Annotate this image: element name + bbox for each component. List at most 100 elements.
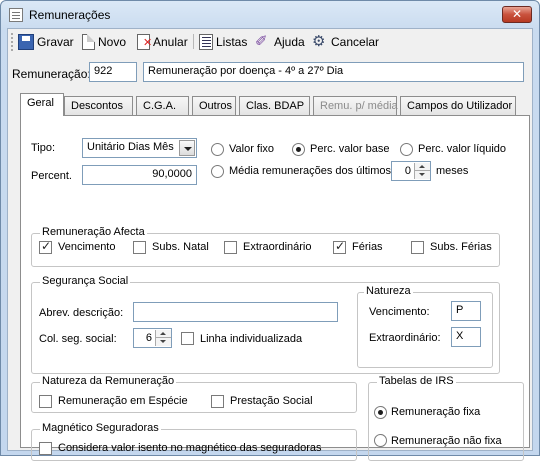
tab-strip: Geral Descontos C.G.A. Outros Clas. BDAP… bbox=[20, 93, 530, 116]
help-label: Ajuda bbox=[274, 35, 305, 49]
natureza-vencimento-label: Vencimento: bbox=[369, 306, 430, 318]
remuneracao-nao-fixa-radio[interactable] bbox=[374, 434, 387, 447]
remuneracao-label: Remuneração: bbox=[12, 67, 91, 81]
cancel-label: Cancelar bbox=[331, 35, 380, 49]
ferias-checkbox[interactable] bbox=[333, 239, 346, 254]
remuneracao-code-field[interactable]: 922 bbox=[89, 62, 137, 82]
percent-label: Percent. bbox=[31, 170, 72, 182]
subs-natal-checkbox[interactable] bbox=[133, 241, 146, 254]
anular-button[interactable]: Anular bbox=[137, 32, 188, 52]
natureza-extraordinario-label: Extraordinário: bbox=[369, 332, 441, 344]
media-remuneracoes-label: Média remunerações dos últimos bbox=[229, 165, 392, 177]
media-remuneracoes-radio[interactable] bbox=[211, 165, 224, 178]
abrev-descricao-label: Abrev. descrição: bbox=[39, 307, 124, 319]
remuneracao-especie-checkbox[interactable] bbox=[39, 395, 52, 408]
new-label: Novo bbox=[98, 35, 127, 49]
stepper-buttons bbox=[414, 163, 430, 179]
anular-label: Anular bbox=[153, 35, 188, 49]
tab-descontos[interactable]: Descontos bbox=[64, 96, 133, 115]
col-seg-social-value: 6 bbox=[145, 332, 152, 344]
remuneracao-description-field[interactable]: Remuneração por doença - 4º a 27º Dia bbox=[143, 62, 524, 82]
delete-document-icon bbox=[137, 34, 152, 50]
chevron-down-icon[interactable] bbox=[179, 140, 195, 156]
save-label: Gravar bbox=[37, 35, 74, 49]
remuneracao-especie-label: Remuneração em Espécie bbox=[58, 395, 188, 407]
natureza-title: Natureza bbox=[364, 285, 413, 297]
remuneracao-fixa-label: Remuneração fixa bbox=[391, 406, 481, 418]
media-meses-stepper[interactable]: 0 bbox=[391, 161, 431, 181]
tab-remu-media: Remu. p/ média bbox=[313, 96, 398, 115]
stepper-down-icon[interactable] bbox=[156, 338, 171, 346]
percent-field[interactable]: 90,0000 bbox=[82, 165, 197, 185]
new-document-icon bbox=[82, 34, 95, 50]
remuneracao-fixa-radio[interactable] bbox=[374, 406, 387, 419]
stepper-down-icon[interactable] bbox=[415, 171, 430, 179]
stepper-up-icon[interactable] bbox=[156, 330, 171, 338]
tipo-value: Unitário Dias Mês bbox=[87, 141, 174, 153]
help-book-icon bbox=[255, 32, 271, 50]
tab-panel-geral: Tipo: Unitário Dias Mês Percent. 90,0000… bbox=[20, 115, 530, 461]
tipo-label: Tipo: bbox=[31, 142, 56, 154]
perc-valor-base-label: Perc. valor base bbox=[310, 143, 390, 155]
abrev-descricao-field[interactable] bbox=[133, 302, 338, 322]
save-button[interactable]: Gravar bbox=[18, 32, 74, 52]
remuneracao-nao-fixa-label: Remuneração não fixa bbox=[391, 435, 502, 447]
col-seg-social-stepper[interactable]: 6 bbox=[133, 328, 172, 348]
lists-label: Listas bbox=[216, 35, 248, 49]
tab-cga[interactable]: C.G.A. bbox=[136, 96, 189, 115]
tab-outros[interactable]: Outros bbox=[192, 96, 236, 115]
valor-fixo-radio[interactable] bbox=[211, 143, 224, 156]
subs-ferias-label: Subs. Férias bbox=[430, 241, 492, 253]
considera-isento-checkbox[interactable] bbox=[39, 442, 52, 455]
tipo-select[interactable]: Unitário Dias Mês bbox=[82, 138, 197, 158]
lists-button[interactable]: Listas bbox=[199, 32, 247, 52]
toolbar: Gravar Novo Anular Listas Ajuda Cancel bbox=[8, 29, 532, 55]
stepper-buttons bbox=[155, 330, 171, 346]
extraordinario-checkbox[interactable] bbox=[224, 241, 237, 254]
col-seg-social-label: Col. seg. social: bbox=[39, 333, 117, 345]
ferias-label: Férias bbox=[352, 241, 383, 253]
tab-geral[interactable]: Geral bbox=[20, 93, 64, 116]
close-button[interactable]: ✕ bbox=[502, 6, 532, 23]
prestacao-social-checkbox[interactable] bbox=[211, 395, 224, 408]
magnetico-title: Magnético Seguradoras bbox=[40, 422, 161, 434]
tabelas-irs-group: Tabelas de IRS bbox=[368, 375, 524, 461]
help-button[interactable]: Ajuda bbox=[255, 32, 305, 52]
perc-valor-liquido-label: Perc. valor líquido bbox=[418, 143, 507, 155]
extraordinario-label: Extraordinário bbox=[243, 241, 312, 253]
remuneracoes-window: Remunerações ✕ Gravar Novo Anular Listas bbox=[0, 0, 540, 461]
title-bar[interactable]: Remunerações ✕ bbox=[1, 1, 539, 29]
cancel-icon bbox=[312, 32, 328, 50]
meses-label: meses bbox=[436, 165, 469, 177]
toolbar-separator bbox=[193, 34, 194, 49]
window-icon bbox=[9, 8, 23, 22]
linha-individualizada-label: Linha individualizada bbox=[200, 333, 303, 345]
floppy-disk-icon bbox=[18, 34, 34, 50]
media-meses-value: 0 bbox=[404, 165, 411, 177]
tabelas-irs-title: Tabelas de IRS bbox=[377, 375, 456, 387]
dialog-client: Gravar Novo Anular Listas Ajuda Cancel bbox=[7, 28, 533, 461]
toolbar-grip bbox=[11, 33, 14, 51]
natureza-extraordinario-field[interactable]: X bbox=[451, 327, 481, 347]
new-button[interactable]: Novo bbox=[82, 32, 126, 52]
perc-valor-liquido-radio[interactable] bbox=[400, 143, 413, 156]
linha-individualizada-checkbox[interactable] bbox=[181, 332, 194, 345]
considera-isento-label: Considera valor isento no magnético das … bbox=[58, 442, 322, 454]
valor-fixo-label: Valor fixo bbox=[229, 143, 275, 155]
prestacao-social-label: Prestação Social bbox=[230, 395, 313, 407]
subs-ferias-checkbox[interactable] bbox=[411, 241, 424, 254]
vencimento-label: Vencimento bbox=[58, 241, 116, 253]
natureza-vencimento-field[interactable]: P bbox=[451, 301, 481, 321]
list-icon bbox=[199, 34, 213, 50]
subs-natal-label: Subs. Natal bbox=[152, 241, 209, 253]
remuneracao-afecta-title: Remuneração Afecta bbox=[40, 226, 147, 238]
vencimento-checkbox[interactable] bbox=[39, 239, 52, 254]
stepper-up-icon[interactable] bbox=[415, 163, 430, 171]
perc-valor-base-radio[interactable] bbox=[292, 143, 305, 156]
tab-clas-bdap[interactable]: Clas. BDAP bbox=[239, 96, 310, 115]
cancel-button[interactable]: Cancelar bbox=[312, 32, 379, 52]
tab-campos-utilizador[interactable]: Campos do Utilizador bbox=[400, 96, 516, 115]
window-title: Remunerações bbox=[29, 8, 111, 22]
close-icon: ✕ bbox=[511, 7, 523, 21]
seguranca-social-title: Segurança Social bbox=[40, 275, 131, 287]
